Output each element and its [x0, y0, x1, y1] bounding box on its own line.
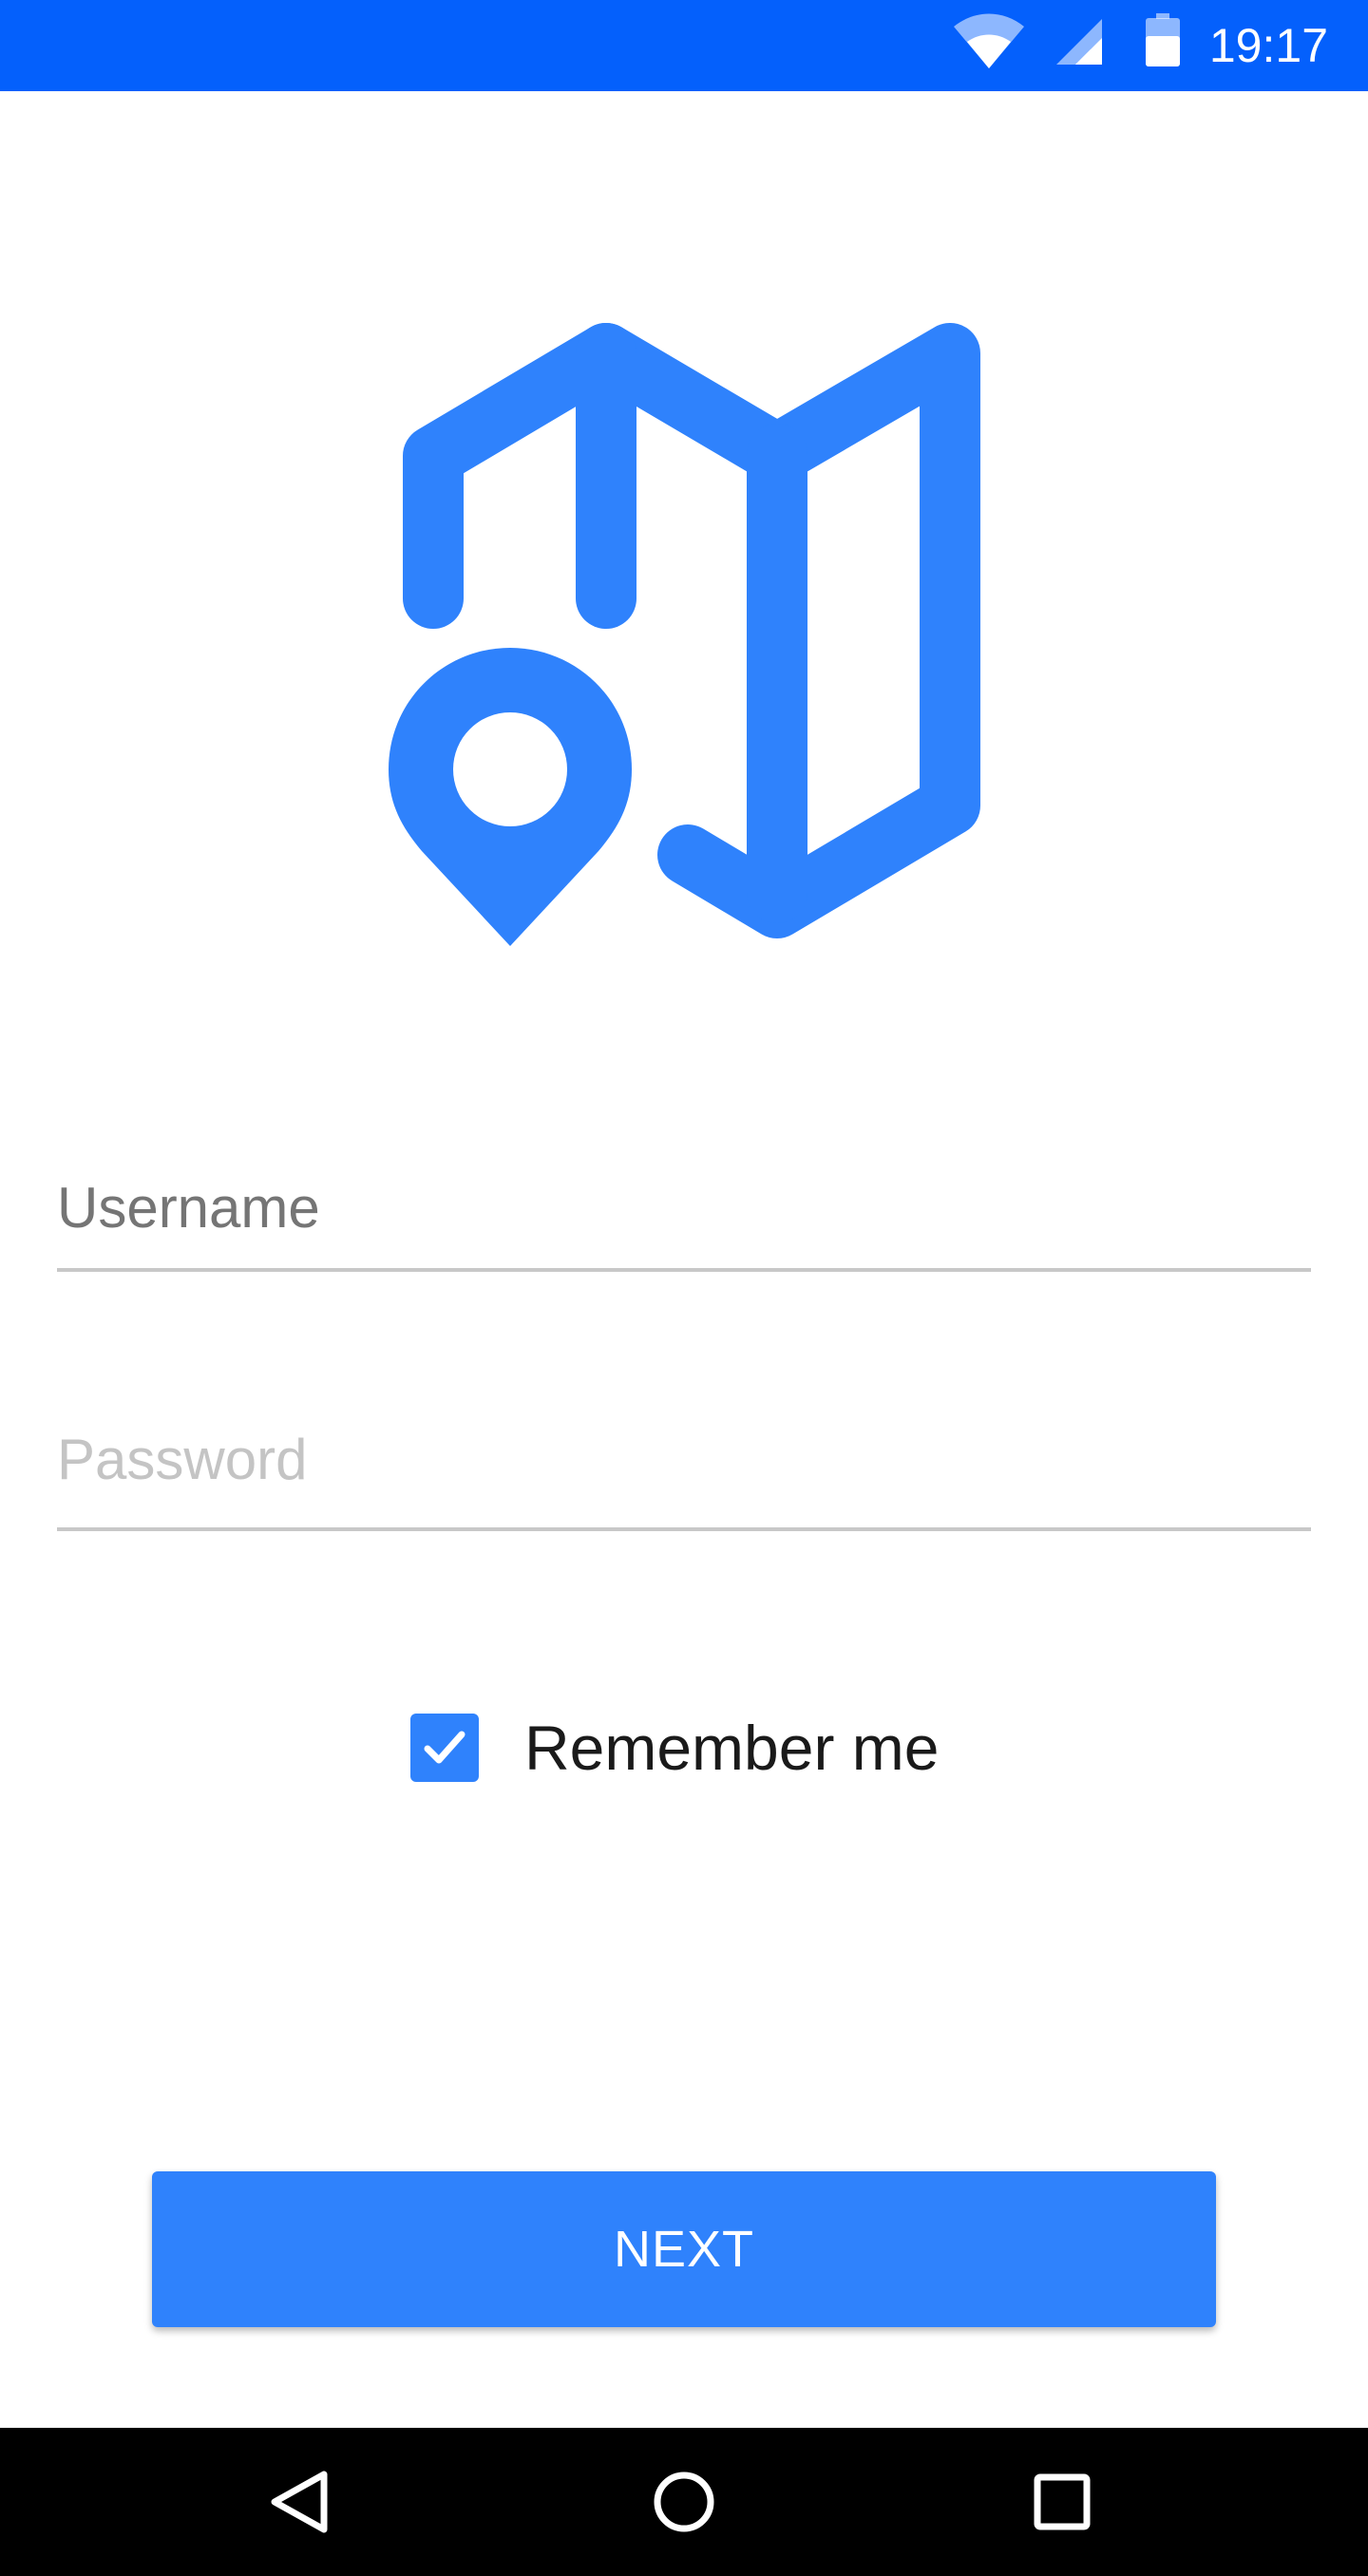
password-underline — [57, 1527, 1311, 1531]
cellular-signal-icon — [1054, 17, 1104, 71]
remember-me-row[interactable]: Remember me — [410, 1710, 939, 1786]
home-icon[interactable] — [644, 2462, 724, 2542]
recents-icon[interactable] — [1022, 2462, 1102, 2542]
navigation-bar — [0, 2428, 1368, 2576]
login-screen: 19:17 Remember me NEXT — [0, 0, 1368, 2576]
back-icon[interactable] — [260, 2462, 340, 2542]
map-with-location-pin-icon — [380, 323, 998, 959]
status-bar: 19:17 — [0, 0, 1368, 91]
wifi-icon — [952, 13, 1026, 75]
battery-icon — [1146, 13, 1180, 71]
password-input[interactable] — [57, 1425, 1311, 1493]
remember-me-checkbox[interactable] — [410, 1714, 479, 1782]
remember-me-label: Remember me — [524, 1713, 940, 1783]
checkmark-icon — [424, 1731, 466, 1764]
next-button[interactable]: NEXT — [152, 2171, 1216, 2327]
username-underline — [57, 1268, 1311, 1272]
username-input[interactable] — [57, 1173, 1311, 1241]
status-time: 19:17 — [1208, 19, 1328, 72]
